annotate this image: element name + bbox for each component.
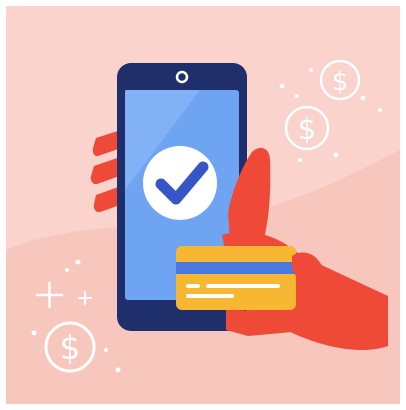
svg-text:$: $ bbox=[60, 328, 81, 367]
svg-text:$: $ bbox=[298, 112, 316, 146]
payment-illustration: $ $ $ bbox=[0, 0, 406, 410]
svg-text:$: $ bbox=[332, 67, 349, 97]
checkmark-icon bbox=[143, 146, 217, 220]
illustration-svg: $ $ $ bbox=[0, 0, 406, 410]
credit-card-icon bbox=[176, 246, 296, 310]
